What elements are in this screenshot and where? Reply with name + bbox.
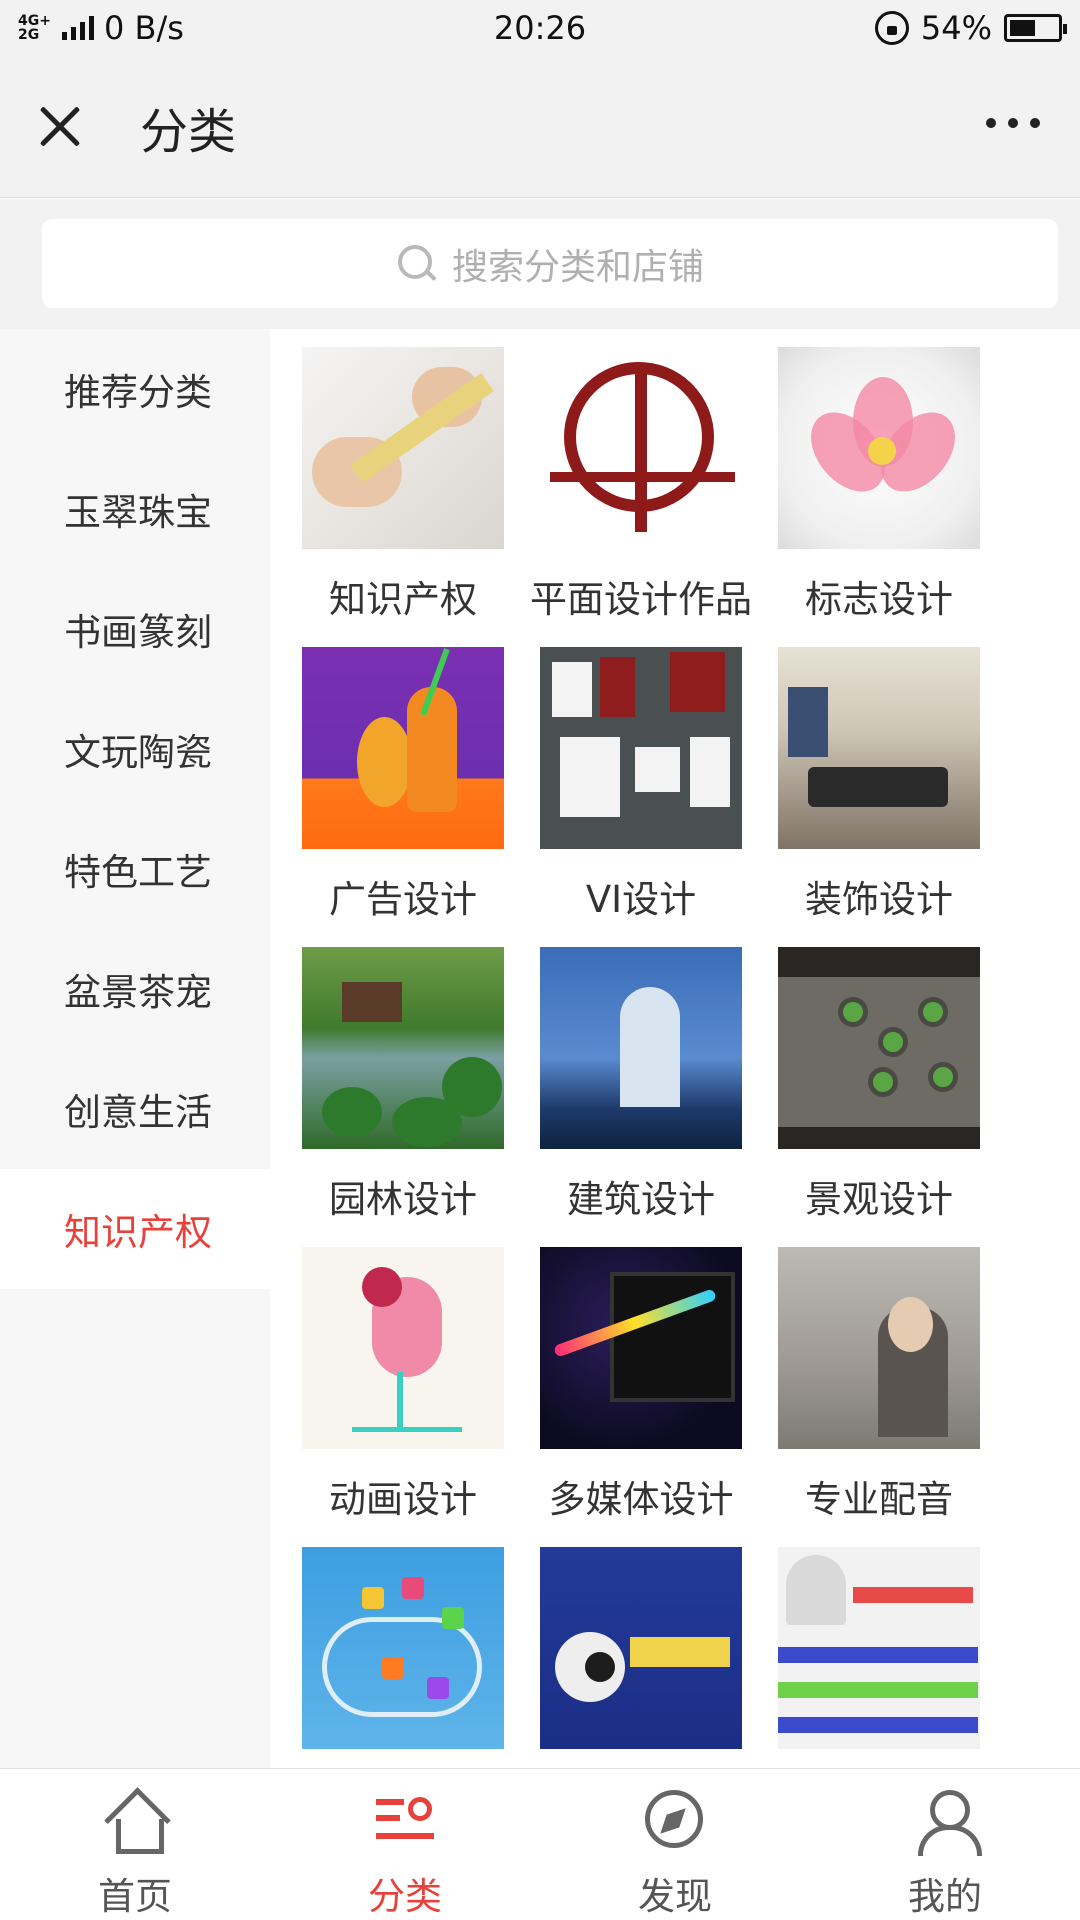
item-label: 装饰设计 [805, 878, 953, 921]
battery-icon [1004, 14, 1067, 42]
item-image [302, 347, 504, 549]
clock: 20:26 [493, 9, 587, 47]
grid-item[interactable]: 景观设计 [746, 929, 984, 1229]
sidebar-item-calligraphy-seal[interactable]: 书画篆刻 [0, 569, 270, 689]
grid-item[interactable]: 园林设计 [270, 929, 508, 1229]
category-icon [370, 1787, 440, 1856]
item-image [302, 647, 504, 849]
item-image [302, 1547, 504, 1749]
search-icon [396, 243, 438, 285]
item-image [302, 1247, 504, 1449]
network-speed: 0 B/s [104, 9, 184, 47]
item-label: 建筑设计 [567, 1178, 715, 1221]
signal-icon [62, 16, 94, 40]
tab-label: 分类 [368, 1875, 442, 1918]
tab-label: 发现 [638, 1875, 712, 1918]
subcategory-grid: 知识产权 平面设计作品 标志设计 广告设计 VI设计 装饰设计 园林设计 建筑设… [270, 329, 1080, 1769]
item-label: 知识产权 [329, 578, 477, 621]
item-label: 多媒体设计 [548, 1478, 734, 1521]
item-label: VI设计 [585, 878, 697, 921]
item-label: 广告设计 [329, 878, 477, 921]
bottom-tab-bar: 首页 分类 发现 我的 [0, 1768, 1080, 1920]
more-icon[interactable] [986, 108, 1040, 138]
item-image [778, 1547, 980, 1749]
item-image [778, 1247, 980, 1449]
item-label: 动画设计 [329, 1478, 477, 1521]
tab-home[interactable]: 首页 [0, 1769, 270, 1920]
item-image [540, 347, 742, 549]
user-icon [910, 1787, 982, 1856]
tab-discover[interactable]: 发现 [540, 1769, 810, 1920]
tab-category[interactable]: 分类 [270, 1769, 540, 1920]
sidebar-item-intellectual-property[interactable]: 知识产权 [0, 1169, 270, 1289]
item-image [540, 647, 742, 849]
item-image [778, 347, 980, 549]
item-image [778, 947, 980, 1149]
grid-item[interactable]: 平面设计作品 [508, 329, 752, 629]
item-label: 标志设计 [805, 578, 953, 621]
search-input[interactable]: 搜索分类和店铺 [42, 219, 1058, 308]
grid-item[interactable]: 动画设计 [270, 1229, 508, 1529]
item-image [540, 1547, 742, 1749]
network-type: 4G+ 2G [18, 13, 51, 43]
sidebar-item-creative-life[interactable]: 创意生活 [0, 1049, 270, 1169]
item-label: 园林设计 [329, 1178, 477, 1221]
sidebar-item-special-crafts[interactable]: 特色工艺 [0, 809, 270, 929]
grid-item[interactable]: 知识产权 [270, 329, 508, 629]
battery-percent: 54% [920, 9, 992, 47]
item-label: 景观设计 [805, 1178, 953, 1221]
item-image [540, 947, 742, 1149]
grid-item[interactable]: 建筑设计 [508, 929, 746, 1229]
grid-item[interactable]: 广告设计 [270, 629, 508, 929]
grid-item[interactable] [508, 1529, 746, 1769]
status-right: 54% [792, 9, 1067, 47]
home-icon [100, 1787, 170, 1856]
grid-item[interactable] [270, 1529, 508, 1769]
page-title: 分类 [140, 103, 237, 160]
item-image [540, 1247, 742, 1449]
compass-icon [640, 1787, 710, 1856]
item-image [302, 947, 504, 1149]
tab-me[interactable]: 我的 [810, 1769, 1080, 1920]
grid-item[interactable] [746, 1529, 984, 1769]
sidebar-item-bonsai-tea-pets[interactable]: 盆景茶宠 [0, 929, 270, 1049]
tab-label: 我的 [908, 1875, 982, 1918]
sidebar-item-antiques-ceramics[interactable]: 文玩陶瓷 [0, 689, 270, 809]
grid-item[interactable]: 标志设计 [746, 329, 984, 629]
category-sidebar: 推荐分类 玉翠珠宝 书画篆刻 文玩陶瓷 特色工艺 盆景茶宠 创意生活 知识产权 [0, 329, 270, 1769]
grid-item[interactable]: 专业配音 [746, 1229, 984, 1529]
item-label: 专业配音 [805, 1478, 953, 1521]
search-placeholder: 搜索分类和店铺 [451, 246, 704, 288]
item-label: 平面设计作品 [530, 578, 752, 621]
grid-item[interactable]: VI设计 [508, 629, 746, 929]
tab-label: 首页 [98, 1875, 172, 1918]
sidebar-item-jade-jewelry[interactable]: 玉翠珠宝 [0, 449, 270, 569]
grid-item[interactable]: 装饰设计 [746, 629, 984, 929]
search-area: 搜索分类和店铺 [0, 199, 1080, 329]
rotation-lock-icon [874, 11, 909, 45]
header: 分类 [0, 56, 1080, 198]
sidebar-item-recommended[interactable]: 推荐分类 [0, 329, 270, 449]
grid-item[interactable]: 多媒体设计 [508, 1229, 746, 1529]
item-image [778, 647, 980, 849]
status-bar: 4G+ 2G 0 B/s 20:26 54% [0, 0, 1080, 56]
close-icon[interactable] [30, 97, 90, 157]
